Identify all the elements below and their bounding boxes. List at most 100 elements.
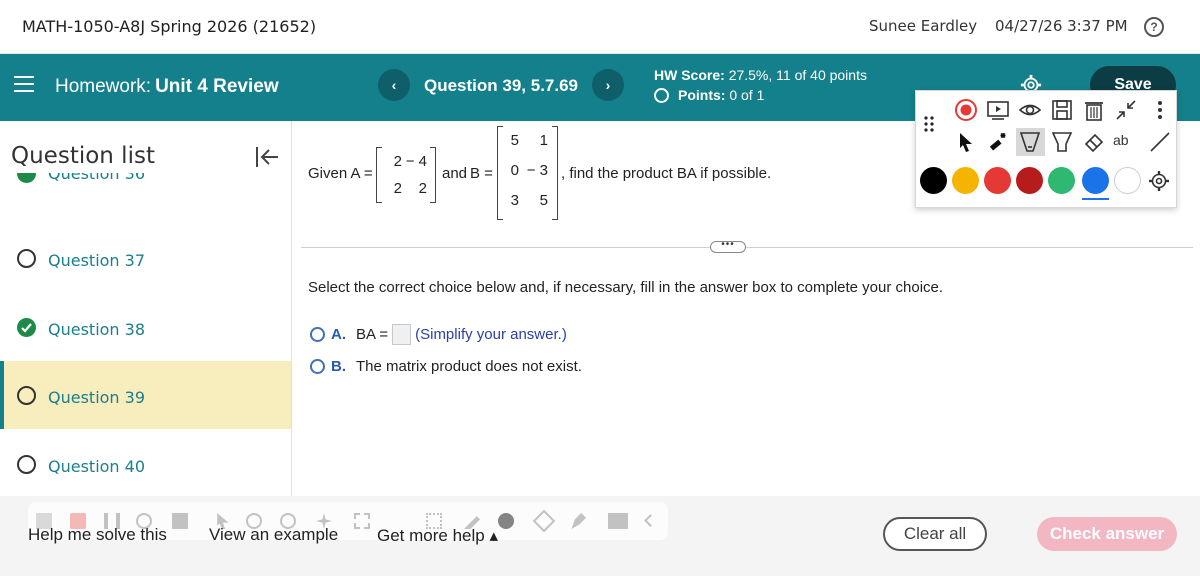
course-title: MATH-1050-A8J Spring 2026 (21652) (22, 17, 317, 36)
hw-score: HW Score: 27.5%, 11 of 40 points (654, 67, 867, 83)
and-text: and (442, 165, 468, 182)
choice-b[interactable]: B. The matrix product does not exist. (310, 358, 582, 375)
help-me-solve-this-button[interactable]: Help me solve this (28, 525, 167, 545)
eraser-icon (532, 509, 556, 533)
hw-score-value: 27.5%, 11 of 40 points (728, 67, 867, 83)
matrix-b-cell: 1 (539, 132, 548, 149)
save-disk-icon[interactable] (1050, 98, 1074, 122)
help-icon[interactable]: ? (1144, 17, 1164, 37)
sidebar-item-question-37[interactable]: Question 37 (0, 224, 291, 292)
question-list-title: Question list (11, 143, 155, 169)
sidebar-item-question-39[interactable]: Question 39 (0, 361, 291, 429)
video-play-icon[interactable] (986, 98, 1010, 122)
top-bar: MATH-1050-A8J Spring 2026 (21652) Sunee … (0, 0, 1200, 54)
get-more-help-button[interactable]: Get more help ▴ (377, 526, 498, 546)
incomplete-circle-icon (17, 455, 36, 474)
annotation-toolbar: ab (915, 90, 1177, 208)
sidebar-item-label: Question 36 (48, 173, 146, 183)
matrix-b-cell: 5 (539, 192, 548, 209)
color-black-swatch[interactable] (920, 167, 947, 194)
matrix-a: 2 − 4 2 2 (376, 147, 436, 203)
color-green-swatch[interactable] (1048, 167, 1075, 194)
points-label: Points: (678, 87, 726, 103)
points: Points: 0 of 1 (654, 87, 764, 103)
menu-icon[interactable] (14, 76, 34, 92)
sidebar-item-question-36[interactable]: Question 36 (0, 173, 291, 191)
check-answer-button[interactable]: Check answer (1037, 517, 1177, 551)
question-list-sidebar: Question list Question 36 Question 37 Qu… (0, 121, 292, 496)
bottom-bar: Help me solve this View an example Get m… (0, 496, 1200, 576)
answer-input-box[interactable] (392, 324, 412, 345)
simplify-hint: (Simplify your answer.) (415, 326, 567, 343)
highlighter-tool-icon[interactable] (1050, 130, 1074, 154)
content-divider (301, 247, 1193, 248)
matrix-b-cell: 5 (510, 132, 519, 149)
matrix-a-cell: 2 (393, 153, 402, 170)
view-an-example-button[interactable]: View an example (209, 525, 338, 545)
select-area-icon (354, 513, 370, 529)
incomplete-circle-icon (17, 249, 36, 268)
color-white-swatch[interactable] (1114, 167, 1141, 194)
matrix-a-cell: − 4 (405, 153, 427, 170)
choice-letter: B. (331, 358, 346, 375)
eraser-icon[interactable] (1082, 130, 1106, 154)
drag-handle-icon[interactable] (922, 113, 936, 137)
clear-all-button[interactable]: Clear all (883, 517, 987, 551)
choice-a-prefix: BA = (356, 326, 389, 343)
color-red-swatch[interactable] (984, 167, 1011, 194)
expand-divider-handle[interactable]: ••• (710, 240, 746, 253)
homework-title: Homework: Unit 4 Review (55, 76, 279, 98)
incomplete-circle-icon (17, 386, 36, 405)
selected-color-indicator (1082, 198, 1109, 200)
trash-icon[interactable] (1082, 98, 1106, 122)
next-question-button[interactable]: › (592, 69, 624, 101)
emoji-icon (498, 513, 514, 529)
homework-name: Unit 4 Review (155, 76, 279, 97)
color-dark-red-swatch[interactable] (1016, 167, 1043, 194)
pen-tool-icon[interactable] (1018, 130, 1042, 154)
matrix-b: 5 1 0 − 3 3 5 (497, 126, 558, 220)
line-tool-icon[interactable] (1148, 130, 1172, 154)
sidebar-item-question-38[interactable]: Question 38 (0, 293, 291, 361)
check-icon (17, 318, 36, 337)
question-suffix: , find the product BA if possible. (561, 165, 772, 182)
more-options-icon[interactable] (1148, 98, 1172, 122)
matrix-b-cell: 0 (510, 162, 519, 179)
laser-pointer-icon[interactable] (986, 130, 1010, 154)
color-yellow-swatch[interactable] (952, 167, 979, 194)
minimize-icon[interactable] (1114, 98, 1138, 122)
choice-b-text: The matrix product does not exist. (356, 358, 582, 375)
camera-icon (608, 513, 628, 529)
check-icon (17, 173, 36, 183)
datetime: 04/27/26 3:37 PM (995, 17, 1128, 35)
radio-button[interactable] (310, 359, 325, 374)
record-icon[interactable] (954, 98, 978, 122)
matrix-a-cell: 2 (393, 180, 402, 197)
user-name[interactable]: Sunee Eardley (869, 17, 977, 35)
chevron-left-icon (644, 514, 657, 527)
points-value: 0 of 1 (729, 87, 765, 103)
trash-icon (172, 513, 188, 529)
previous-question-button[interactable]: ‹ (378, 69, 410, 101)
settings-gear-icon[interactable] (1147, 169, 1171, 193)
eye-icon[interactable] (1018, 98, 1042, 122)
matrix-b-cell: 3 (510, 192, 519, 209)
collapse-sidebar-icon[interactable] (254, 145, 280, 169)
color-blue-swatch[interactable] (1082, 167, 1109, 194)
sidebar-item-label: Question 40 (48, 457, 146, 476)
homework-label: Homework: (55, 76, 152, 97)
sidebar-item-label: Question 39 (48, 388, 146, 407)
choice-letter: A. (331, 326, 346, 343)
pointer-arrow-icon[interactable] (954, 130, 978, 154)
choice-a[interactable]: A. BA = (Simplify your answer.) (310, 324, 567, 345)
sidebar-item-question-40[interactable]: Question 40 (0, 430, 291, 496)
question-title: Question 39, 5.7.69 (424, 76, 579, 95)
radio-button[interactable] (310, 327, 325, 342)
points-status-icon (654, 88, 669, 103)
given-prefix: Given A = (308, 165, 373, 182)
text-tool-icon[interactable]: ab (1113, 132, 1137, 156)
sidebar-item-label: Question 37 (48, 251, 146, 270)
instructions-text: Select the correct choice below and, if … (308, 279, 944, 296)
matrix-a-cell: 2 (418, 180, 427, 197)
b-label: B = (470, 165, 493, 182)
